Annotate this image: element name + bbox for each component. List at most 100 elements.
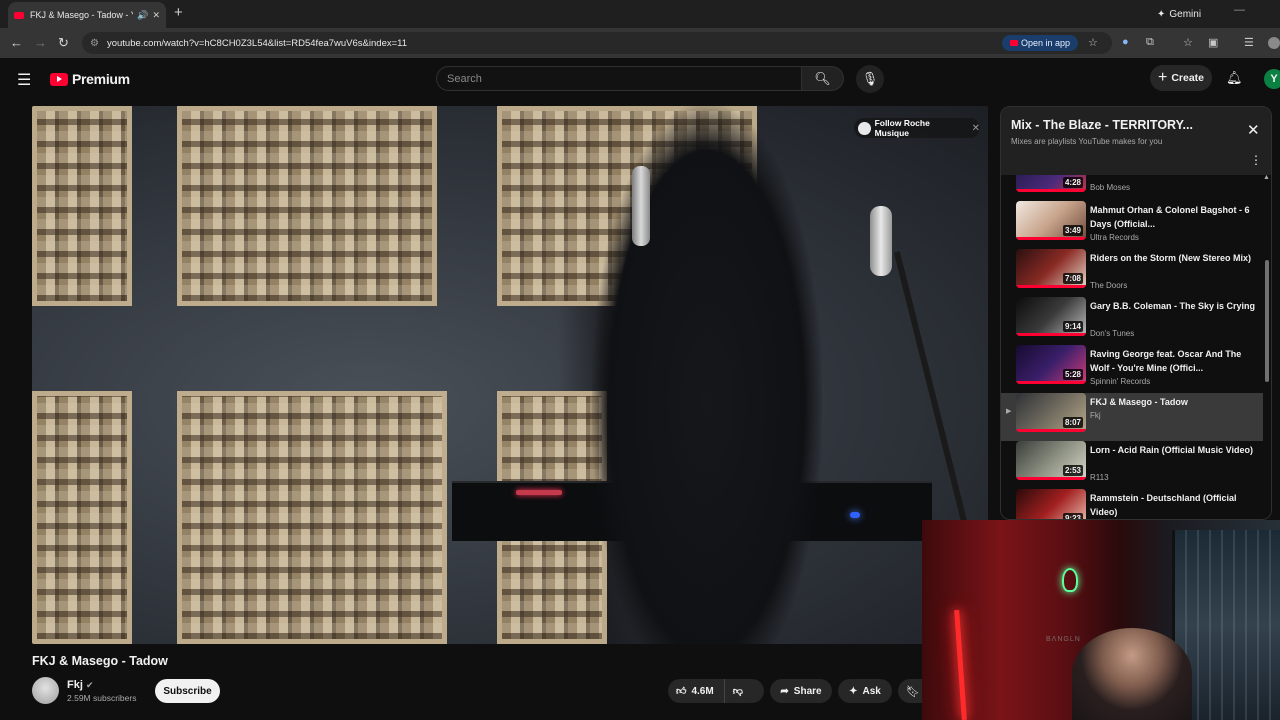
playlist-item-title[interactable]: Gary B.B. Coleman - The Sky is Crying (1090, 299, 1260, 313)
forward-arrow-icon[interactable]: → (34, 35, 47, 50)
hamburger-menu-icon[interactable]: ☰ (17, 70, 31, 90)
url-text: youtube.com/watch?v=hC8CH0Z3L54&list=RD5… (106, 37, 408, 49)
share-label: Share (793, 685, 822, 697)
watched-progress-bar (1016, 237, 1086, 240)
playlist-item[interactable]: 7:08 Riders on the Storm (New Stereo Mix)… (1001, 249, 1263, 297)
tab-title: FKJ & Masego - Tadow - Yo (30, 10, 134, 20)
voice-search-button[interactable]: 🎙︎ (856, 65, 884, 93)
gemini-button[interactable]: ✦ Gemini (1152, 5, 1208, 23)
duration-badge: 7:08 (1062, 273, 1083, 284)
playlist-item-channel: Fkj (1090, 411, 1101, 420)
playlist-item-channel: Ultra Records (1090, 233, 1139, 242)
sparkle-icon: ✦ (849, 685, 858, 697)
duration-badge: 2:53 (1062, 465, 1083, 476)
channel-logo-icon (858, 121, 871, 135)
extension-circle-icon[interactable]: ● (1122, 36, 1129, 48)
account-avatar[interactable]: Y (1264, 69, 1280, 89)
streamer-person (1072, 628, 1192, 720)
watched-progress-bar (1016, 189, 1086, 192)
webcam-overlay: ΒΛΝGLN (922, 520, 1280, 720)
video-thumbnail[interactable]: 2:53 (1016, 441, 1086, 480)
neon-light (954, 609, 967, 720)
browser-tab-active[interactable]: FKJ & Masego - Tadow - Yo 🔊 ✕ (8, 2, 166, 28)
channel-name[interactable]: Fkj (67, 679, 83, 691)
video-thumbnail[interactable]: 9:14 (1016, 297, 1086, 336)
neon-plant-sign (1062, 568, 1078, 592)
playlist-item[interactable]: 9:14 Gary B.B. Coleman - The Sky is Cryin… (1001, 297, 1263, 345)
create-button[interactable]: + Create (1150, 65, 1212, 91)
bookmark-star-icon[interactable]: ☆ (1088, 36, 1098, 49)
playlist-item-channel: The Doors (1090, 281, 1128, 290)
minimize-window-icon[interactable]: — (1234, 4, 1245, 16)
share-button[interactable]: ➦ Share (770, 679, 832, 703)
duration-badge: 9:23 (1062, 513, 1083, 519)
reload-icon[interactable]: ↻ (58, 35, 69, 51)
video-title: FKJ & Masego - Tadow (32, 654, 168, 668)
playlist-item[interactable]: 3:49 Mahmut Orhan & Colonel Bagshot - 6 D… (1001, 201, 1263, 249)
video-thumbnail[interactable]: 5:28 (1016, 345, 1086, 384)
video-thumbnail[interactable]: 7:08 (1016, 249, 1086, 288)
bookmark-icon: 🔖︎ (906, 685, 920, 698)
tab-close-icon[interactable]: ✕ (152, 10, 160, 21)
video-thumbnail[interactable]: 8:07 (1016, 393, 1086, 432)
playlist-item-title[interactable]: Rammstein - Deutschland (Official Video) (1090, 491, 1260, 519)
studio-microphone (870, 206, 892, 276)
acoustic-panel (177, 106, 437, 306)
playlist-item[interactable]: 4:28 Bob Moses (1001, 175, 1263, 201)
address-bar[interactable]: ⚙ youtube.com/watch?v=hC8CH0Z3L54&list=R… (82, 32, 1112, 54)
search-button[interactable]: 🔍︎ (802, 66, 844, 91)
playlist-item-title[interactable]: Raving George feat. Oscar And The Wolf -… (1090, 347, 1260, 375)
watched-progress-bar (1016, 333, 1086, 336)
more-options-icon[interactable]: ⋮ (1250, 153, 1262, 167)
follow-label: Follow Roche Musique (874, 118, 930, 138)
video-player[interactable]: Follow Roche Musique ✕ (32, 106, 988, 644)
open-in-app-button[interactable]: Open in app (1002, 35, 1078, 51)
like-button[interactable]: 👍︎ 4.6M (668, 679, 725, 703)
playlist-item-channel: R113 (1090, 473, 1109, 482)
site-info-icon[interactable]: ⚙ (90, 38, 99, 49)
playlist-item[interactable]: 5:28 Raving George feat. Oscar And The Wo… (1001, 345, 1263, 393)
extensions-puzzle-icon[interactable]: ⧉ (1146, 36, 1154, 49)
video-thumbnail[interactable]: 3:49 (1016, 201, 1086, 240)
plus-icon: + (1157, 69, 1168, 86)
playlist-item[interactable]: 9:23 Rammstein - Deutschland (Official Vi… (1001, 489, 1263, 519)
close-playlist-icon[interactable]: ✕ (1247, 121, 1260, 139)
notifications-bell-icon[interactable]: 🔔︎ (1226, 70, 1243, 86)
video-thumbnail[interactable]: 9:23 (1016, 489, 1086, 519)
playlist-item-title[interactable]: FKJ & Masego - Tadow (1090, 395, 1260, 409)
create-label: Create (1171, 72, 1205, 84)
logo-text: Premium (72, 71, 130, 87)
dislike-button[interactable]: 👎︎ (725, 685, 743, 697)
search-input[interactable]: Search (436, 66, 802, 91)
tab-search-icon[interactable]: ▣ (1208, 36, 1218, 49)
duration-badge: 5:28 (1062, 369, 1083, 380)
playlist-item-title[interactable]: Mahmut Orhan & Colonel Bagshot - 6 Days … (1090, 203, 1260, 231)
subscribe-button[interactable]: Subscribe (155, 679, 220, 703)
new-tab-button[interactable]: + (174, 4, 183, 21)
reading-list-icon[interactable]: ☰ (1244, 36, 1254, 49)
scroll-up-arrow-icon[interactable]: ▲ (1263, 174, 1270, 181)
gemini-sparkle-icon: ✦ (1157, 8, 1166, 20)
microphone-icon: 🎙︎ (861, 71, 879, 86)
gemini-label: Gemini (1169, 8, 1202, 20)
playlist-scrollbar[interactable] (1265, 260, 1269, 382)
back-arrow-icon[interactable]: ← (10, 35, 23, 50)
now-playing-icon: ▶ (1006, 408, 1012, 415)
playlist-item[interactable]: ▶ 8:07 FKJ & Masego - Tadow Fkj (1001, 393, 1263, 441)
youtube-premium-logo[interactable]: Premium (50, 71, 130, 87)
bookmarks-icon[interactable]: ☆ (1183, 36, 1193, 49)
playlist-items: 4:28 Bob Moses 3:49 Mahmut Orhan & Colonel … (1001, 175, 1271, 519)
close-icon[interactable]: ✕ (972, 123, 980, 134)
ask-button[interactable]: ✦ Ask (838, 679, 892, 703)
profile-avatar-icon[interactable] (1268, 37, 1280, 49)
speaker-icon[interactable]: 🔊 (137, 10, 148, 21)
playlist-item-title[interactable]: Riders on the Storm (New Stereo Mix) (1090, 251, 1260, 265)
playlist-item-title[interactable]: Lorn - Acid Rain (Official Music Video) (1090, 443, 1260, 457)
video-thumbnail[interactable]: 4:28 (1016, 175, 1086, 192)
follow-channel-button[interactable]: Follow Roche Musique ✕ (854, 118, 980, 138)
playlist-item[interactable]: 2:53 Lorn - Acid Rain (Official Music Vid… (1001, 441, 1263, 489)
search-icon: 🔍︎ (814, 70, 831, 86)
channel-avatar[interactable] (32, 677, 59, 704)
watched-progress-bar (1016, 381, 1086, 384)
playlist-title[interactable]: Mix - The Blaze - TERRITORY... (1011, 118, 1193, 132)
